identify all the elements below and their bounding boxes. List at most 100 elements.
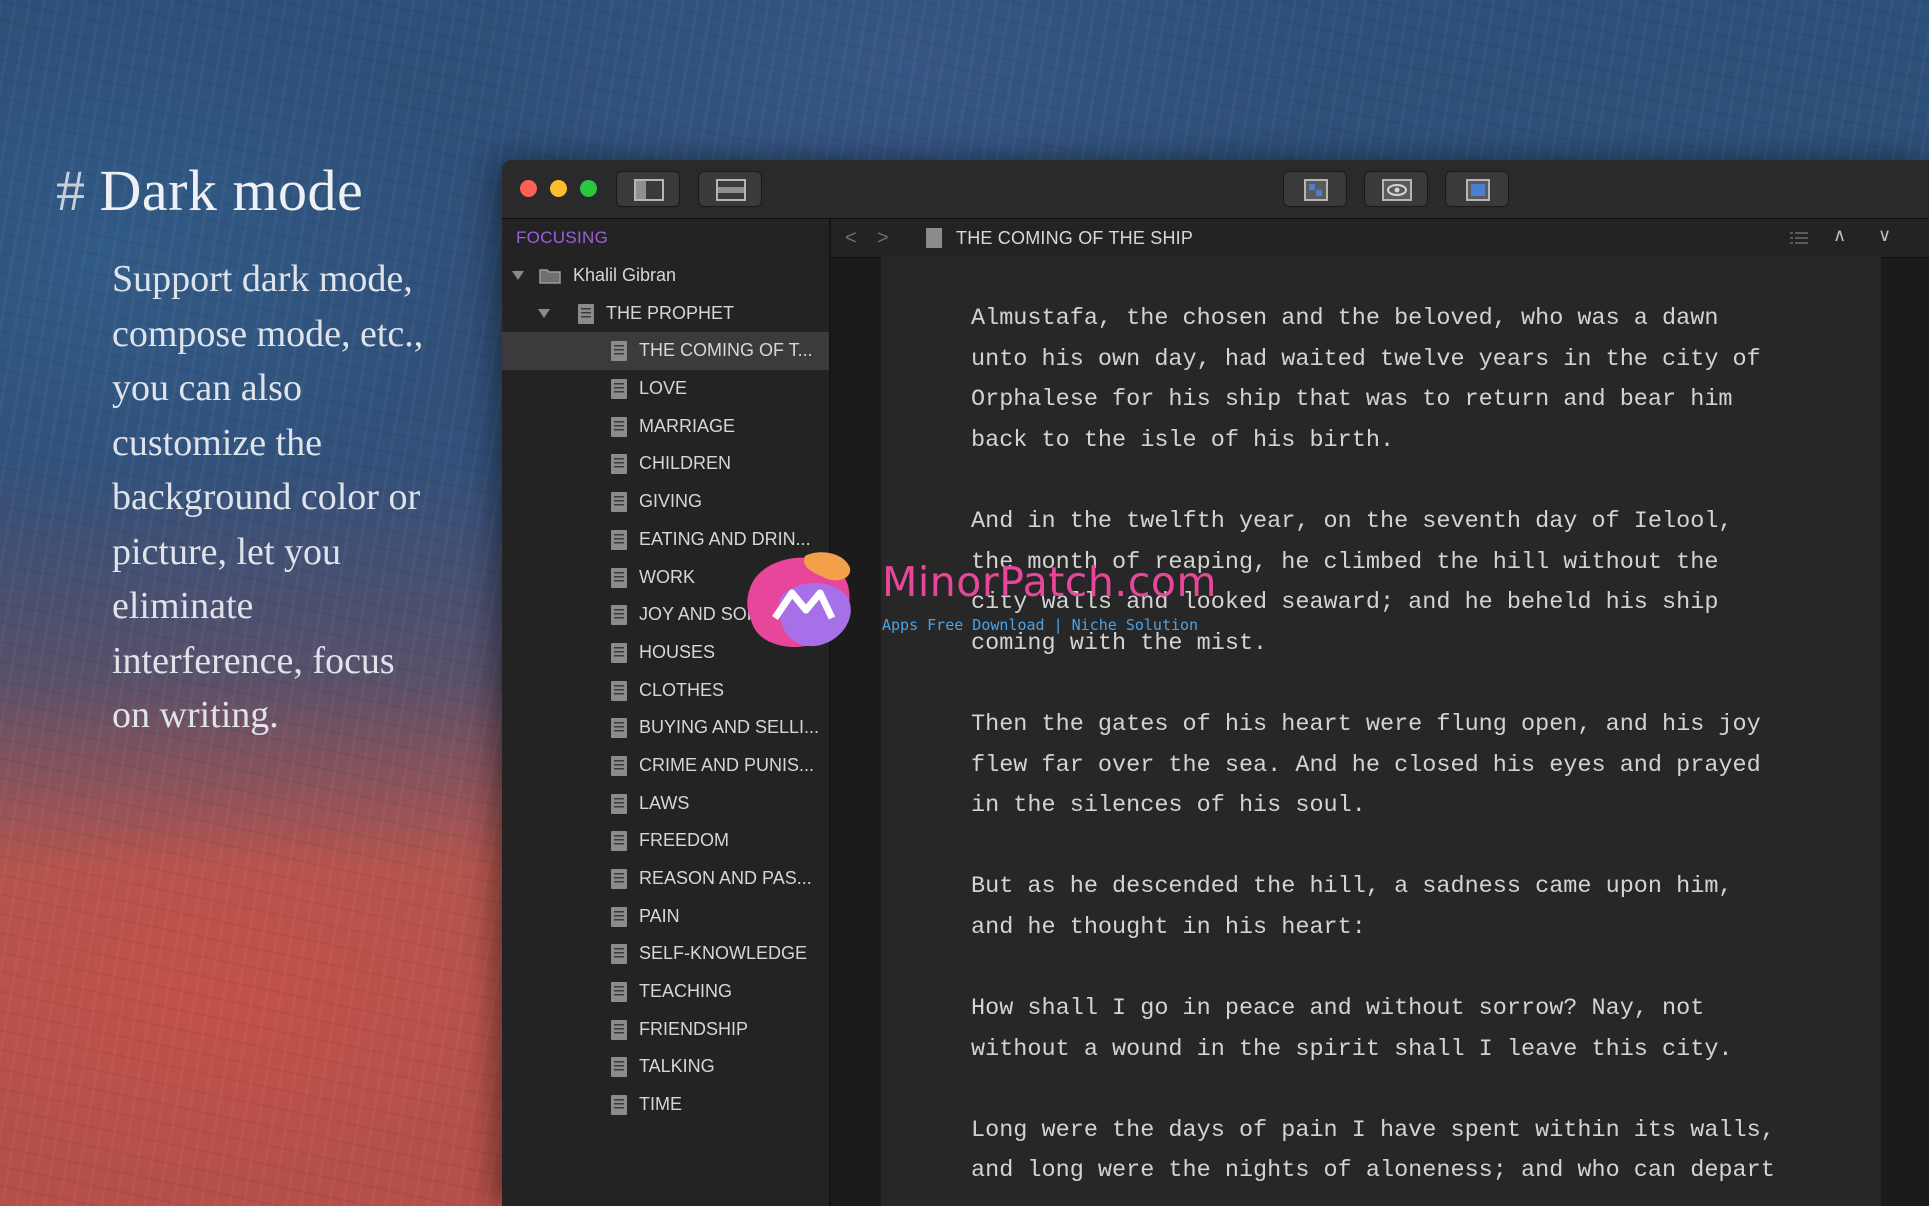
chapter-label: CRIME AND PUNIS... — [639, 754, 815, 775]
document-icon — [611, 1057, 627, 1078]
chapter-label: BUYING AND SELLI... — [639, 717, 820, 738]
close-window-button[interactable] — [520, 180, 537, 197]
chapter-item[interactable]: CRIME AND PUNIS... — [502, 747, 829, 785]
focus-view-button[interactable] — [1364, 171, 1428, 207]
export-button[interactable] — [1445, 171, 1509, 207]
document-icon — [926, 228, 942, 248]
document-icon — [611, 454, 627, 475]
chapter-item[interactable]: FRIENDSHIP — [502, 1011, 829, 1049]
sidebar-header: FOCUSING — [516, 228, 609, 247]
editor-paragraph[interactable]: Then the gates of his heart were flung o… — [971, 705, 1851, 827]
chapter-item[interactable]: TALKING — [502, 1048, 829, 1086]
chapter-label: PAIN — [639, 905, 680, 926]
chapter-label: CLOTHES — [639, 679, 725, 700]
chapter-label: MARRIAGE — [639, 415, 736, 436]
export-icon — [1466, 179, 1490, 201]
app-window: FOCUSING Khalil Gibran THE PROPHET THE C… — [502, 160, 1929, 1206]
document-title: THE COMING OF THE SHIP — [956, 228, 1194, 248]
disclosure-triangle-icon[interactable] — [538, 308, 550, 318]
document-icon — [611, 906, 627, 927]
chapter-item[interactable]: TEACHING — [502, 973, 829, 1011]
document-icon — [611, 944, 627, 965]
preview-icon — [1304, 179, 1328, 201]
watermark: MinorPatch.com Apps Free Download | Nich… — [740, 548, 1216, 658]
editor-paragraph[interactable]: How shall I go in peace and without sorr… — [971, 989, 1851, 1070]
chapter-label: LOVE — [639, 378, 688, 399]
document-icon — [611, 793, 627, 814]
book-label: THE PROPHET — [606, 302, 735, 323]
chapter-item[interactable]: THE COMING OF T... — [502, 332, 829, 371]
chapter-item[interactable]: SELF-KNOWLEDGE — [502, 935, 829, 973]
editor-paragraph[interactable]: Long were the days of pain I have spent … — [971, 1111, 1851, 1192]
document-icon — [611, 755, 627, 776]
chapter-label: FREEDOM — [639, 830, 729, 851]
chapter-label: THE COMING OF T... — [639, 340, 813, 361]
chapter-label: SELF-KNOWLEDGE — [639, 943, 808, 964]
disclosure-triangle-icon[interactable] — [512, 271, 524, 280]
book-row[interactable]: THE PROPHET — [502, 295, 829, 333]
outline-icon[interactable] — [1790, 231, 1808, 245]
folder-icon — [539, 269, 561, 284]
editor-paragraph[interactable]: Almustafa, the chosen and the beloved, w… — [971, 299, 1851, 461]
main-area: < > THE COMING OF THE SHIP ∧ ∨ Almustafa… — [831, 219, 1929, 1206]
layout-icon — [716, 179, 746, 201]
watermark-logo-icon — [747, 552, 851, 647]
chapter-item[interactable]: FREEDOM — [502, 822, 829, 860]
chapter-item[interactable]: LAWS — [502, 785, 829, 823]
editor-pane[interactable]: Almustafa, the chosen and the beloved, w… — [881, 257, 1881, 1206]
chapter-label: TIME — [639, 1094, 682, 1115]
promo-title: # Dark mode — [56, 158, 456, 224]
document-icon — [611, 379, 627, 400]
document-icon — [611, 341, 627, 362]
editor-paragraph[interactable]: But as he descended the hill, a sadness … — [971, 867, 1851, 948]
document-icon — [611, 1095, 627, 1116]
document-icon — [578, 303, 594, 324]
chapter-label: REASON AND PAS... — [639, 868, 812, 888]
eye-icon — [1382, 179, 1412, 201]
sidebar: FOCUSING Khalil Gibran THE PROPHET THE C… — [502, 219, 831, 1206]
chapter-item[interactable]: BUYING AND SELLI... — [502, 709, 829, 747]
watermark-subtitle: Apps Free Download | Niche Solution — [882, 616, 1199, 634]
promo-panel: # Dark mode Support dark mode, compose mo… — [56, 158, 456, 743]
chapter-list: THE COMING OF T... LOVE MARRIAGE CHILDREN GI… — [502, 332, 829, 1123]
chapter-label: FRIENDSHIP — [639, 1018, 749, 1039]
chapter-label: GIVING — [639, 491, 703, 512]
folder-row[interactable]: Khalil Gibran — [502, 257, 829, 295]
chapter-item[interactable]: TIME — [502, 1086, 829, 1124]
editor-text[interactable]: Almustafa, the chosen and the beloved, w… — [971, 299, 1851, 1206]
chapter-item[interactable]: MARRIAGE — [502, 408, 829, 446]
zoom-window-button[interactable] — [580, 180, 597, 197]
toggle-layout-button[interactable] — [698, 171, 762, 207]
preview-button[interactable] — [1283, 171, 1347, 207]
back-button[interactable]: < — [845, 227, 857, 250]
chapter-label: TALKING — [639, 1056, 715, 1077]
chapter-item[interactable]: CHILDREN — [502, 445, 829, 483]
promo-title-text: Dark mode — [99, 158, 364, 223]
previous-document-button[interactable]: ∧ — [1833, 225, 1846, 246]
document-icon — [611, 869, 627, 889]
chapter-item[interactable]: CLOTHES — [502, 672, 829, 710]
chapter-label: CHILDREN — [639, 453, 732, 474]
document-icon — [611, 416, 627, 437]
document-icon — [611, 1019, 627, 1040]
toggle-sidebar-button[interactable] — [616, 171, 680, 207]
document-icon — [611, 492, 627, 513]
promo-description: Support dark mode, compose mode, etc., y… — [112, 258, 424, 736]
chapter-item[interactable]: GIVING — [502, 483, 829, 521]
chapter-item[interactable]: PAIN — [502, 898, 829, 936]
watermark-title: MinorPatch.com — [882, 558, 1217, 606]
document-icon — [611, 982, 627, 1003]
document-navbar: < > THE COMING OF THE SHIP ∧ ∨ — [831, 219, 1929, 258]
document-icon — [611, 529, 627, 550]
chapter-item[interactable]: REASON AND PAS... — [502, 860, 829, 898]
chapter-label: LAWS — [639, 792, 690, 813]
document-icon — [611, 605, 627, 626]
next-document-button[interactable]: ∨ — [1878, 225, 1891, 246]
forward-button[interactable]: > — [877, 227, 889, 250]
document-icon — [611, 642, 627, 663]
chapter-label: TEACHING — [639, 981, 733, 1002]
promo-hash: # — [56, 158, 86, 223]
chapter-item[interactable]: LOVE — [502, 370, 829, 408]
minimize-window-button[interactable] — [550, 180, 567, 197]
title-bar — [502, 160, 1929, 219]
